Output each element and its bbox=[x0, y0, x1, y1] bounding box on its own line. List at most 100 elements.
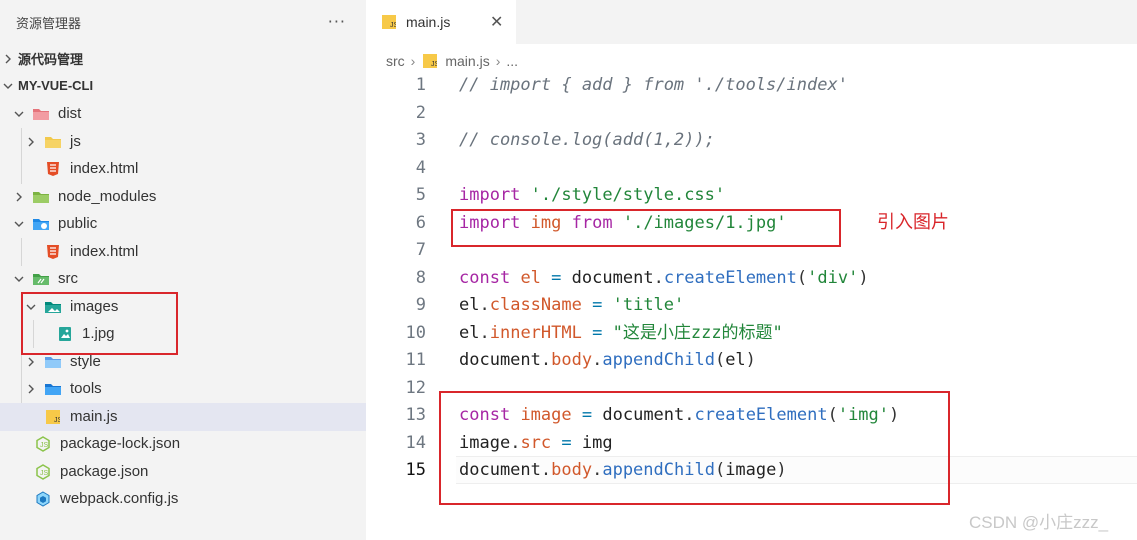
tab-label: main.js bbox=[406, 14, 451, 30]
chevron-right-icon bbox=[26, 384, 36, 394]
line-number: 7 bbox=[415, 240, 426, 260]
code-token: innerHTML bbox=[489, 322, 582, 343]
json-file-icon: JS bbox=[34, 463, 52, 480]
line-number: 13 bbox=[405, 405, 426, 425]
tools-folder-icon bbox=[44, 381, 62, 397]
chevron-down-icon bbox=[14, 219, 24, 229]
tree-item-label: package-lock.json bbox=[60, 435, 181, 453]
src-folder-icon bbox=[32, 271, 50, 287]
code-token: ( bbox=[796, 267, 808, 288]
tree-item-dist-index[interactable]: index.html bbox=[0, 155, 366, 183]
code-line[interactable]: 10 el.innerHTML = "这是小庄zzz的标题" bbox=[366, 320, 1137, 348]
breadcrumb-separator: › bbox=[495, 53, 501, 69]
tree-item-label: style bbox=[70, 353, 101, 371]
webpack-file-icon bbox=[34, 491, 52, 507]
tree-item-label: js bbox=[70, 133, 81, 151]
tree-item-public[interactable]: public bbox=[0, 210, 366, 238]
code-text: import './style/style.css' bbox=[459, 182, 725, 210]
breadcrumb-more[interactable]: ... bbox=[506, 53, 518, 69]
code-token: './style/style.css' bbox=[530, 185, 726, 205]
code-token: = bbox=[592, 295, 603, 315]
tree-item-label: dist bbox=[58, 105, 82, 123]
tree-item-tools[interactable]: tools bbox=[0, 375, 366, 403]
breadcrumb: src › JS main.js › ... bbox=[386, 50, 518, 72]
tree-item-src[interactable]: src bbox=[0, 265, 366, 293]
highlight-box-append-image bbox=[439, 391, 950, 505]
code-token: 'title' bbox=[612, 295, 685, 315]
tree-item-public-index[interactable]: index.html bbox=[0, 238, 366, 266]
tree-item-label: public bbox=[58, 215, 98, 233]
code-text: const el = document.createElement('div') bbox=[459, 265, 869, 293]
js-folder-icon bbox=[44, 134, 62, 150]
code-text: document.body.appendChild(el) bbox=[459, 347, 756, 375]
code-line[interactable]: 11 document.body.appendChild(el) bbox=[366, 347, 1137, 375]
chevron-right-icon bbox=[26, 357, 36, 367]
style-folder-icon bbox=[44, 354, 62, 370]
breadcrumb-file[interactable]: main.js bbox=[445, 53, 489, 69]
code-line[interactable]: 1 // import { add } from './tools/index' bbox=[366, 72, 1137, 100]
code-token: = bbox=[551, 267, 562, 288]
line-number: 3 bbox=[415, 130, 426, 150]
tree-item-package-json[interactable]: JS package.json bbox=[0, 458, 366, 486]
code-line[interactable]: 5 import './style/style.css' bbox=[366, 182, 1137, 210]
code-line[interactable]: 4 bbox=[366, 155, 1137, 183]
tree-item-label: src bbox=[58, 270, 78, 288]
tree-item-webpack-config[interactable]: webpack.config.js bbox=[0, 485, 366, 513]
watermark: CSDN @小庄zzz_ bbox=[969, 513, 1109, 532]
code-token: body bbox=[551, 350, 593, 370]
tree-item-package-lock[interactable]: JS package-lock.json bbox=[0, 430, 366, 458]
chevron-right-icon bbox=[14, 192, 24, 202]
line-number: 11 bbox=[405, 350, 426, 370]
html-file-icon bbox=[44, 161, 62, 177]
svg-text:JS: JS bbox=[431, 61, 437, 68]
line-number: 5 bbox=[415, 185, 426, 205]
svg-text:JS: JS bbox=[54, 417, 60, 424]
tree-item-label: main.js bbox=[70, 408, 118, 426]
tree-item-js-folder[interactable]: js bbox=[0, 128, 366, 156]
code-token: . bbox=[592, 350, 603, 370]
tree-item-label: package.json bbox=[60, 463, 149, 481]
code-token: import bbox=[459, 185, 521, 205]
tree-item-main-js[interactable]: JS main.js bbox=[0, 403, 366, 431]
tree-item-node-modules[interactable]: node_modules bbox=[0, 183, 366, 211]
code-text: el.className = 'title' bbox=[459, 292, 684, 320]
code-token: el bbox=[459, 322, 480, 343]
project-label: MY-VUE-CLI bbox=[18, 78, 94, 94]
code-token: ) bbox=[858, 267, 869, 288]
code-token: "这是小庄zzz的标题" bbox=[612, 322, 783, 343]
explorer-sidebar: 资源管理器 ··· 源代码管理 MY-VUE-CLI dist js index… bbox=[0, 0, 366, 540]
close-icon[interactable]: ✕ bbox=[490, 12, 503, 32]
line-number: 12 bbox=[405, 377, 426, 398]
svg-text:JS: JS bbox=[40, 442, 49, 449]
line-number: 10 bbox=[405, 322, 426, 343]
editor-tabs: JS main.js ✕ bbox=[366, 0, 1137, 44]
code-token: . bbox=[653, 267, 664, 288]
source-control-section[interactable]: 源代码管理 bbox=[0, 45, 366, 73]
html-file-icon bbox=[44, 244, 62, 260]
line-number: 8 bbox=[415, 267, 426, 288]
node-folder-icon bbox=[32, 189, 50, 205]
js-file-icon: JS bbox=[380, 14, 398, 30]
line-number: 14 bbox=[405, 432, 426, 453]
tree-item-dist[interactable]: dist bbox=[0, 100, 366, 128]
line-number: 4 bbox=[415, 157, 426, 178]
chevron-right-icon bbox=[26, 137, 36, 147]
tab-main-js[interactable]: JS main.js ✕ bbox=[366, 0, 516, 44]
code-text: el.innerHTML = "这是小庄zzz的标题" bbox=[459, 320, 783, 348]
project-section[interactable]: MY-VUE-CLI bbox=[0, 72, 366, 100]
code-line[interactable]: 8 const el = document.createElement('div'… bbox=[366, 265, 1137, 293]
breadcrumb-folder[interactable]: src bbox=[386, 53, 405, 69]
code-token: className bbox=[489, 295, 582, 315]
more-actions-icon[interactable]: ··· bbox=[328, 12, 346, 31]
tree-item-label: node_modules bbox=[58, 188, 157, 206]
code-line[interactable]: 3 // console.log(add(1,2)); bbox=[366, 127, 1137, 155]
code-token: 'div' bbox=[807, 267, 859, 288]
code-token: ( bbox=[714, 350, 726, 370]
code-line[interactable]: 2 bbox=[366, 100, 1137, 128]
code-line[interactable]: 9 el.className = 'title' bbox=[366, 292, 1137, 320]
